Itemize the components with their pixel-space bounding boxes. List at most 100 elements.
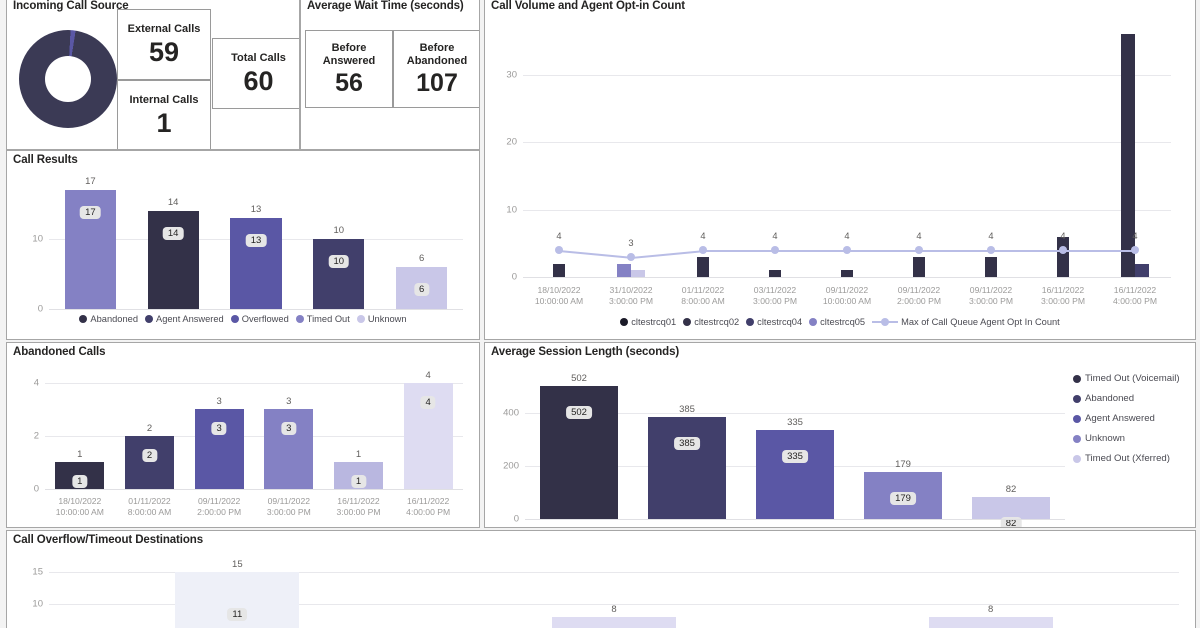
bar[interactable] — [648, 417, 726, 519]
bar-value-label: 3 — [286, 396, 292, 408]
kpi-before-abandoned[interactable]: Before Abandoned 107 — [393, 30, 479, 108]
legend-item[interactable]: cltestrcq02 — [683, 317, 739, 327]
bar[interactable] — [696, 256, 710, 277]
legend-call-volume[interactable]: cltestrcq01 cltestrcq02 cltestrcq04 cltestr… — [485, 317, 1195, 327]
chart-average-session-length[interactable]: 0 200 400 502 502 385 385 335 335 179 179 82 82 — [503, 371, 1065, 527]
bar-inner-value-label: 4 — [420, 395, 436, 409]
y-axis-tick-label: 20 — [506, 136, 517, 148]
line-point[interactable] — [555, 246, 563, 255]
bar-inner-value-label: 2 — [141, 448, 158, 462]
bar[interactable] — [147, 210, 199, 309]
legend-item[interactable]: Timed Out (Xferred) — [1073, 453, 1180, 464]
bar[interactable] — [928, 617, 1053, 628]
bar[interactable] — [230, 217, 282, 309]
line-point[interactable] — [627, 252, 635, 261]
legend-swatch-icon — [230, 315, 239, 323]
bar[interactable] — [125, 435, 174, 489]
line-point[interactable] — [1131, 246, 1139, 255]
bar[interactable] — [984, 256, 998, 277]
legend-item-label: cltestrcq05 — [820, 317, 866, 327]
x-axis-tick-label: 16/11/2022 3:00:00 PM — [1041, 285, 1085, 306]
legend-item[interactable]: cltestrcq05 — [809, 317, 865, 327]
kpi-total-calls[interactable]: Total Calls 60 — [212, 38, 299, 109]
bar[interactable] — [552, 263, 566, 277]
line-point[interactable] — [915, 246, 923, 255]
legend-swatch-icon — [145, 315, 153, 323]
line-value-label: 4 — [844, 231, 850, 242]
legend-item-label: Agent Answered — [1085, 413, 1155, 424]
panel-average-session-length: Average Session Length (seconds) 0 200 400… — [484, 342, 1196, 528]
panel-call-results: Call Results 0 10 17 17 14 14 13 13 10 10 6 6 Aband… — [6, 150, 480, 340]
chart-call-results[interactable]: 0 10 17 17 14 14 13 13 10 10 6 6 — [32, 176, 463, 315]
line-point[interactable] — [771, 246, 779, 255]
legend-item[interactable]: Timed Out — [295, 314, 350, 324]
legend-item[interactable]: Agent Answered — [1073, 413, 1180, 424]
line-segment — [775, 250, 847, 253]
bar-inner-value-label: 3 — [281, 422, 297, 436]
legend-item[interactable]: Agent Answered — [145, 314, 224, 324]
legend-item[interactable]: Abandoned — [1073, 393, 1180, 404]
x-axis-line — [523, 277, 1171, 278]
bar[interactable] — [551, 617, 677, 628]
kpi-internal-calls[interactable]: Internal Calls 1 — [117, 80, 211, 149]
kpi-total-calls-label: Total Calls — [231, 52, 286, 64]
legend-item[interactable]: Unknown — [356, 314, 407, 324]
legend-item[interactable]: Unknown — [1073, 433, 1180, 444]
bar[interactable] — [912, 256, 926, 277]
bar[interactable] — [264, 409, 314, 489]
bar-value-label: 4 — [425, 369, 431, 381]
legend-item-label: Abandoned — [90, 314, 138, 324]
incoming-call-source-donut[interactable] — [19, 30, 117, 128]
kpi-external-calls[interactable]: External Calls 59 — [117, 9, 211, 80]
legend-item[interactable]: cltestrcq01 — [620, 317, 676, 327]
line-point[interactable] — [699, 246, 707, 255]
legend-swatch-icon — [620, 318, 629, 326]
legend-item-label: Overflowed — [241, 314, 289, 324]
bar-value-label: 10 — [333, 224, 345, 236]
chart-call-volume[interactable]: 0 10 20 30 18/10/2022 10:00:00 AM 31/10/2022 3:… — [506, 21, 1171, 306]
legend-swatch-icon — [79, 315, 88, 323]
line-segment — [1063, 250, 1135, 253]
bar-value-label: 14 — [167, 196, 179, 208]
bar[interactable] — [631, 270, 646, 277]
legend-item[interactable]: Timed Out (Voicemail) — [1073, 373, 1180, 384]
y-axis-tick-label: 30 — [506, 69, 517, 81]
legend-average-session-length[interactable]: Timed Out (Voicemail) Abandoned Agent Answ… — [1073, 373, 1180, 464]
chart-call-overflow[interactable]: 10 15 15 11 8 8 — [32, 559, 1179, 628]
bar[interactable] — [768, 270, 782, 277]
legend-swatch-icon — [1073, 434, 1081, 443]
bar-inner-value-label: 17 — [80, 205, 101, 219]
bar-value-label: 179 — [895, 458, 911, 470]
line-point[interactable] — [1059, 246, 1067, 255]
bar[interactable] — [1135, 263, 1150, 277]
bar[interactable] — [840, 270, 854, 277]
legend-item-label: Unknown — [1085, 433, 1125, 444]
legend-item[interactable]: Overflowed — [230, 314, 289, 324]
x-axis-tick-label: 09/11/2022 10:00:00 AM — [822, 285, 872, 306]
legend-item[interactable]: Abandoned — [79, 314, 138, 324]
bar[interactable] — [616, 263, 631, 277]
y-axis-tick-label: 2 — [33, 430, 39, 442]
panel-title-abandoned-calls: Abandoned Calls — [13, 346, 106, 358]
line-point[interactable] — [987, 246, 995, 255]
bar[interactable] — [972, 497, 1050, 519]
legend-item-label: cltestrcq04 — [757, 317, 803, 327]
bar[interactable] — [313, 238, 365, 309]
line-point[interactable] — [843, 246, 851, 255]
chart-abandoned-calls[interactable]: 0 2 4 1 1 18/10/2022 10:00:00 AM 2 2 01/11/2022 8:… — [34, 367, 463, 517]
bar[interactable] — [1056, 236, 1070, 277]
legend-call-results[interactable]: Abandoned Agent Answered Overflowed Timed O… — [7, 314, 479, 324]
bar-value-label: 13 — [250, 203, 262, 215]
legend-item[interactable]: cltestrcq04 — [746, 317, 802, 327]
legend-item-line[interactable]: Max of Call Queue Agent Opt In Count — [872, 317, 1060, 327]
line-segment — [991, 250, 1063, 253]
y-axis-tick-label: 0 — [513, 513, 519, 525]
bar[interactable] — [756, 430, 834, 519]
x-axis-line — [49, 309, 463, 310]
kpi-total-calls-value: 60 — [243, 65, 274, 96]
bar-inner-value-label: 385 — [674, 437, 700, 451]
panel-abandoned-calls: Abandoned Calls 0 2 4 1 1 18/10/2022 10:00:00 … — [6, 342, 480, 528]
kpi-before-answered[interactable]: Before Answered 56 — [305, 30, 393, 108]
bar-inner-value-label: 335 — [782, 450, 808, 464]
bar[interactable] — [194, 409, 244, 489]
